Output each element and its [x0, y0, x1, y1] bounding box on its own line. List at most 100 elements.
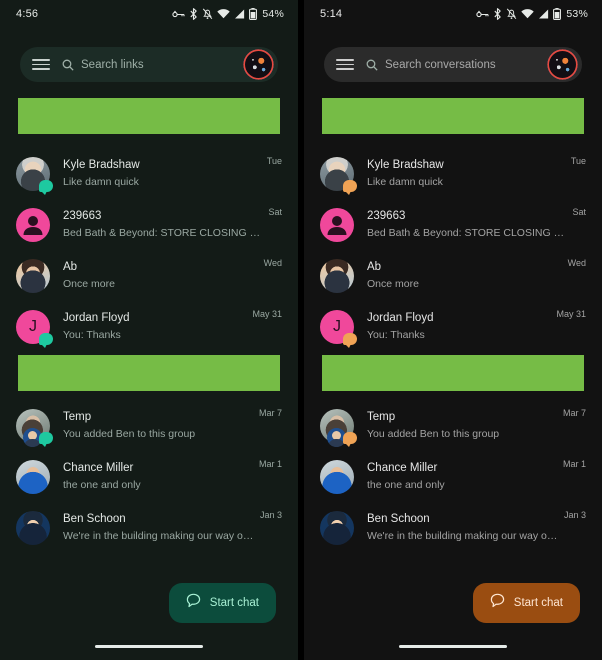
avatar[interactable]	[16, 258, 50, 293]
photo-avatar	[16, 459, 50, 494]
menu-icon[interactable]	[32, 59, 50, 70]
photo-avatar	[16, 258, 50, 293]
start-chat-label: Start chat	[209, 597, 259, 609]
conversation-snippet: You: Thanks	[367, 328, 425, 341]
conversation-timestamp: Jan 3	[259, 510, 282, 520]
green-redaction-banner-2	[18, 355, 280, 391]
rcs-chat-badge-icon	[343, 179, 357, 195]
conversation-name: Jordan Floyd	[63, 311, 130, 324]
conversation-timestamp: Jan 3	[563, 510, 586, 520]
conversation-timestamp: Wed	[263, 258, 282, 268]
conversation-row[interactable]: Kyle Bradshaw Like damn quick Tue	[304, 148, 602, 199]
green-redaction-banner-2	[322, 355, 584, 391]
conversation-text: Ab Once more	[63, 260, 264, 292]
conversation-text: Chance Miller the one and only	[63, 461, 259, 493]
conversation-row[interactable]: J Jordan Floyd You: Thanks May 31	[0, 301, 298, 352]
conversation-row[interactable]: Ab Once more Wed	[304, 250, 602, 301]
conversation-text: Ben Schoon We're in the building making o…	[367, 512, 564, 544]
navigation-pill[interactable]	[399, 644, 507, 648]
rcs-chat-badge-icon	[39, 332, 53, 348]
conversation-row[interactable]: Temp You added Ben to this group Mar 7	[0, 400, 298, 451]
conversation-list-bottom: Temp You added Ben to this group Mar 7 Chan…	[304, 400, 602, 553]
conversation-timestamp: Sat	[268, 207, 282, 217]
conversation-name: Ben Schoon	[367, 512, 430, 525]
rcs-chat-badge-icon	[39, 179, 53, 195]
conversation-text: Chance Miller the one and only	[367, 461, 563, 493]
green-redaction-banner-1	[322, 98, 584, 134]
avatar[interactable]: J	[16, 309, 53, 348]
conversation-snippet: the one and only	[367, 478, 445, 491]
avatar[interactable]	[320, 408, 357, 447]
search-bar[interactable]: Search conversations	[324, 47, 582, 82]
conversation-name: Jordan Floyd	[367, 311, 434, 324]
search-input[interactable]: Search links	[81, 59, 245, 71]
chat-bubble-icon	[490, 593, 505, 613]
search-icon	[62, 59, 74, 71]
avatar[interactable]	[320, 156, 357, 195]
profile-avatar[interactable]	[244, 50, 273, 79]
avatar[interactable]: J	[320, 309, 357, 348]
conversation-name: 239663	[63, 209, 102, 222]
conversation-row[interactable]: Chance Miller the one and only Mar 1	[304, 451, 602, 502]
start-chat-button[interactable]: Start chat	[472, 583, 580, 623]
conversation-row[interactable]: Ben Schoon We're in the building making o…	[0, 502, 298, 553]
profile-avatar[interactable]	[548, 50, 577, 79]
battery-icon	[553, 8, 562, 20]
search-bar[interactable]: Search links	[20, 47, 278, 82]
conversation-snippet: We're in the building making our way ove…	[63, 529, 254, 542]
conversation-row[interactable]: J Jordan Floyd You: Thanks May 31	[304, 301, 602, 352]
conversation-row[interactable]: Kyle Bradshaw Like damn quick Tue	[0, 148, 298, 199]
phone-screen-left: 4:56 54% Search links Kyle Bradshaw Like dam…	[0, 0, 298, 660]
photo-avatar	[320, 258, 354, 293]
avatar[interactable]	[320, 510, 354, 545]
conversation-snippet: You added Ben to this group	[63, 427, 196, 440]
conversation-timestamp: May 31	[252, 309, 282, 319]
bluetooth-icon	[493, 8, 502, 20]
avatar[interactable]	[16, 408, 53, 447]
battery-percent: 54%	[262, 8, 284, 20]
conversation-text: Jordan Floyd You: Thanks	[367, 311, 556, 343]
avatar[interactable]	[320, 258, 354, 293]
battery-percent: 53%	[566, 8, 588, 20]
conversation-name: Chance Miller	[367, 461, 438, 474]
conversation-snippet: Like damn quick	[63, 175, 139, 188]
avatar[interactable]	[16, 207, 50, 242]
rcs-chat-badge-icon	[39, 431, 53, 447]
status-clock: 4:56	[16, 8, 39, 20]
conversation-timestamp: Mar 7	[562, 408, 586, 418]
avatar[interactable]	[320, 459, 354, 494]
avatar[interactable]	[320, 207, 354, 242]
status-bar: 5:14 53%	[304, 0, 602, 28]
conversation-snippet: the one and only	[63, 478, 141, 491]
avatar[interactable]	[16, 459, 50, 494]
conversation-row[interactable]: Ben Schoon We're in the building making o…	[304, 502, 602, 553]
search-icon	[366, 59, 378, 71]
conversation-row[interactable]: Temp You added Ben to this group Mar 7	[304, 400, 602, 451]
avatar[interactable]	[16, 156, 53, 195]
conversation-row[interactable]: Ab Once more Wed	[0, 250, 298, 301]
conversation-list-top: Kyle Bradshaw Like damn quick Tue 239663 Bed…	[304, 148, 602, 352]
conversation-text: 239663 Bed Bath & Beyond: STORE CLOSING S…	[367, 209, 572, 241]
conversation-row[interactable]: Chance Miller the one and only Mar 1	[0, 451, 298, 502]
avatar[interactable]	[16, 510, 50, 545]
conversation-snippet: You added Ben to this group	[367, 427, 500, 440]
conversation-row[interactable]: 239663 Bed Bath & Beyond: STORE CLOSING S…	[0, 199, 298, 250]
conversation-snippet: Bed Bath & Beyond: STORE CLOSING SALE! N…	[367, 226, 567, 239]
start-chat-button[interactable]: Start chat	[168, 583, 276, 623]
menu-icon[interactable]	[336, 59, 354, 70]
person-icon-avatar	[16, 207, 50, 242]
navigation-pill[interactable]	[95, 644, 203, 648]
start-chat-label: Start chat	[513, 597, 563, 609]
conversation-name: Chance Miller	[63, 461, 134, 474]
status-icons: 54%	[172, 8, 284, 20]
search-input[interactable]: Search conversations	[385, 59, 549, 71]
conversation-snippet: You: Thanks	[63, 328, 121, 341]
vpn-key-icon	[172, 9, 185, 19]
conversation-text: Kyle Bradshaw Like damn quick	[63, 158, 267, 190]
battery-icon	[249, 8, 258, 20]
rcs-chat-badge-icon	[343, 431, 357, 447]
conversation-snippet: Once more	[63, 277, 115, 290]
conversation-snippet: We're in the building making our way ove…	[367, 529, 558, 542]
conversation-text: Kyle Bradshaw Like damn quick	[367, 158, 571, 190]
conversation-row[interactable]: 239663 Bed Bath & Beyond: STORE CLOSING S…	[304, 199, 602, 250]
